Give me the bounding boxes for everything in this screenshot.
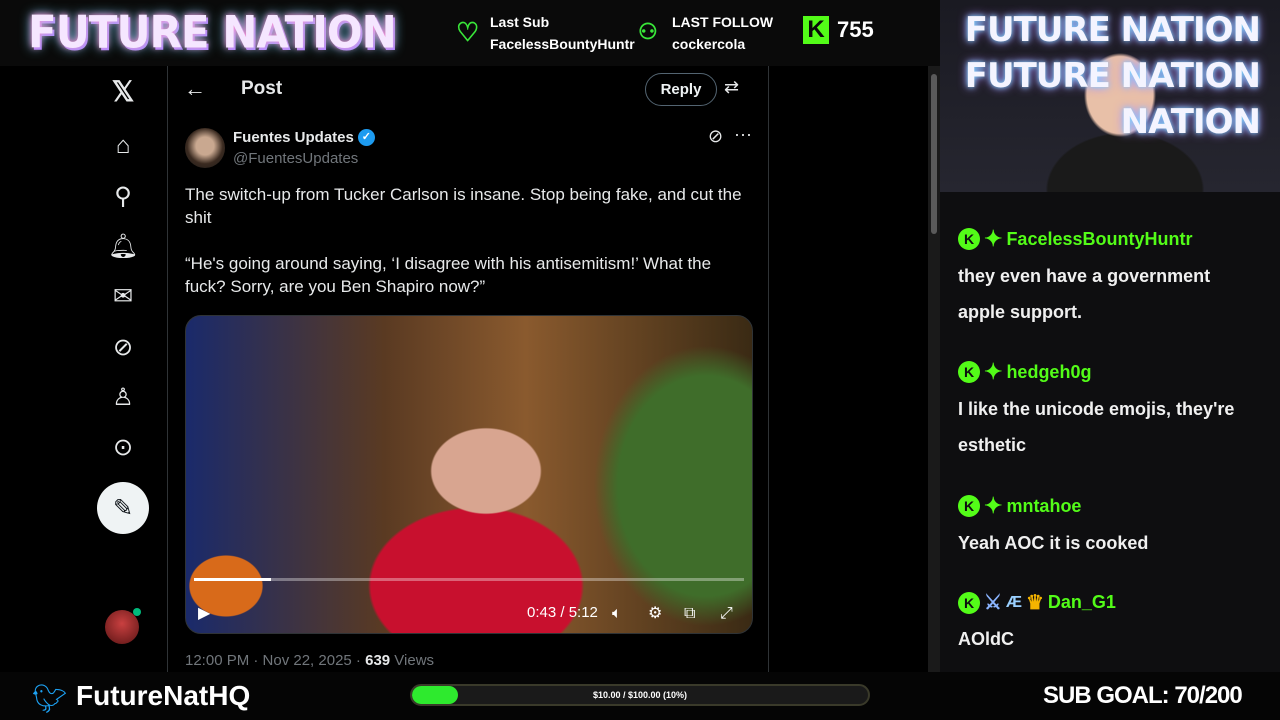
volume-icon[interactable]: 🔈︎ [612,605,622,623]
author-avatar[interactable] [185,128,225,168]
twitter-bird-icon: 🐦︎ [32,683,68,714]
chat-user-row: K ✦ FacelessBountyHuntr [958,226,1258,252]
chat-text: they even have a government apple suppor… [958,266,1211,322]
twitter-handle: FutureNatHQ [76,680,251,711]
x-logo-icon[interactable]: 𝕏 [106,74,140,108]
author-handle[interactable]: @FuentesUpdates [233,150,358,167]
last-sub-widget: ♡ Last Sub FacelessBountyHuntr [456,11,635,55]
chat-text: I like the unicode emojis, they're esthe… [958,399,1235,455]
more-icon[interactable]: ⊙ [106,430,140,464]
chat-user-row: K ✦ mntahoe [958,493,1258,519]
chat-message: K ✦ FacelessBountyHuntr they even have a… [958,226,1258,330]
verified-badge-icon: ✓ [357,129,375,146]
neon-sign-line-3: NATION [1120,102,1261,142]
last-follow-name: cockercola [672,36,746,52]
grok-icon[interactable]: ⊘ [106,330,140,364]
back-arrow-icon[interactable]: ← [184,76,206,102]
stream-bottom-bar: 🐦︎ FutureNatHQ $10.00 / $100.00 (10%) SU… [0,672,1280,720]
notifications-icon[interactable]: 🔔︎ [106,229,140,263]
post-timestamp[interactable]: 12:00 PM · Nov 22, 2025 · [185,652,365,669]
account-avatar[interactable] [105,608,141,644]
author-name[interactable]: Fuentes Updates [233,129,354,146]
chat-message: K ✦ hedgeh0g I like the unicode emojis, … [958,359,1258,463]
kick-badge-icon: K [958,591,980,614]
video-progress-track[interactable] [194,578,744,581]
page-scrollbar[interactable] [928,66,940,672]
author-name-row[interactable]: Fuentes Updates ✓ [233,129,375,146]
page-title: Post [241,78,283,99]
webcam-feed: FUTURE NATION FUTURE NATION NATION [940,0,1280,192]
chat-user-row: K ⚔ Æ ♛ Dan_G1 [958,590,1258,615]
last-follow-label: LAST FOLLOW [672,14,774,30]
views-count: 639 [365,652,391,669]
ae-badge-icon: Æ [1005,593,1022,611]
neon-sign-line-2: FUTURE NATION [964,56,1261,96]
donation-goal-bar: $10.00 / $100.00 (10%) [410,684,870,706]
viewer-count: 755 [837,17,874,42]
chat-username[interactable]: Dan_G1 [1048,592,1116,613]
x-sidebar-nav: 𝕏 ⌂ ⚲ 🔔︎ ✉ ⊘ ♙ ⊙ ✎ [0,66,167,672]
messages-icon[interactable]: ✉ [106,279,140,313]
online-dot [133,608,141,616]
chat-username[interactable]: FacelessBountyHuntr [1006,229,1192,250]
donation-goal-text: $10.00 / $100.00 (10%) [592,690,688,700]
add-user-icon: ⚇ [638,19,658,44]
kick-badge-icon: K [958,361,980,383]
chat-text: AOldC [958,629,1014,649]
kick-viewer-count: K 755 [803,16,874,44]
post-column: ← Post Reply ⇄ Fuentes Updates ✓ @Fuente… [167,66,769,672]
x-browser-window: 𝕏 ⌂ ⚲ 🔔︎ ✉ ⊘ ♙ ⊙ ✎ ← Post Reply ⇄ Fuente… [0,66,940,672]
video-progress-fill [194,578,271,581]
chat-text: Yeah AOC it is cooked [958,533,1149,553]
future-nation-logo: FUTURE NATION [28,6,397,59]
reply-button[interactable]: Reply [645,73,717,106]
profile-icon[interactable]: ♙ [106,380,140,414]
settings-gear-icon[interactable]: ⚙ [648,603,662,623]
search-icon[interactable]: ⚲ [106,179,140,213]
views-label: Views [390,652,435,669]
video-player[interactable]: ▶ 0:43 / 5:12 🔈︎ ⚙ ⧉ ⤢ [185,315,753,634]
subscriber-badge-icon: ✦ [984,359,1003,384]
tweet-text: The switch-up from Tucker Carlson is ins… [185,185,742,296]
kick-badge-icon: K [958,495,980,517]
kick-logo-icon: K [803,16,829,44]
chat-username[interactable]: mntahoe [1006,496,1081,517]
kick-badge-icon: K [958,228,980,250]
post-header: ← Post Reply ⇄ [168,66,768,112]
scroll-thumb[interactable] [931,74,937,234]
chat-message: K ✦ mntahoe Yeah AOC it is cooked [958,493,1258,561]
subscriber-badge-icon: ✦ [984,226,1003,251]
sub-goal-text: SUB GOAL: 70/200 [1043,682,1243,709]
neon-sign-line-1: FUTURE NATION [964,10,1261,50]
fullscreen-icon[interactable]: ⤢ [720,605,733,623]
sliders-icon[interactable]: ⇄ [724,77,739,98]
last-sub-label: Last Sub [490,14,550,30]
play-icon[interactable]: ▶ [198,603,210,623]
chat-username[interactable]: hedgeh0g [1006,362,1091,383]
last-follow-widget: ⚇ LAST FOLLOW cockercola [638,11,774,55]
video-time: 0:43 / 5:12 [527,604,598,621]
sword-badge-icon: ⚔ [984,592,1002,614]
subscriber-badge-icon: ✦ [984,493,1003,518]
heart-icon: ♡ [456,17,480,47]
stream-chat: K ✦ FacelessBountyHuntr they even have a… [940,192,1280,672]
home-icon[interactable]: ⌂ [106,129,140,163]
post-meta: 12:00 PM · Nov 22, 2025 · 639 Views [185,652,434,669]
more-options-icon[interactable]: ··· [734,124,752,145]
last-sub-name: FacelessBountyHuntr [490,36,635,52]
grok-explain-icon[interactable]: ⊘ [708,126,723,147]
pip-icon[interactable]: ⧉ [684,605,695,623]
stream-top-bar: FUTURE NATION ♡ Last Sub FacelessBountyH… [0,0,940,66]
compose-icon[interactable]: ✎ [97,482,149,534]
crown-badge-icon: ♛ [1025,592,1044,614]
chat-message: K ⚔ Æ ♛ Dan_G1 AOldC [958,590,1258,657]
chat-user-row: K ✦ hedgeh0g [958,359,1258,385]
